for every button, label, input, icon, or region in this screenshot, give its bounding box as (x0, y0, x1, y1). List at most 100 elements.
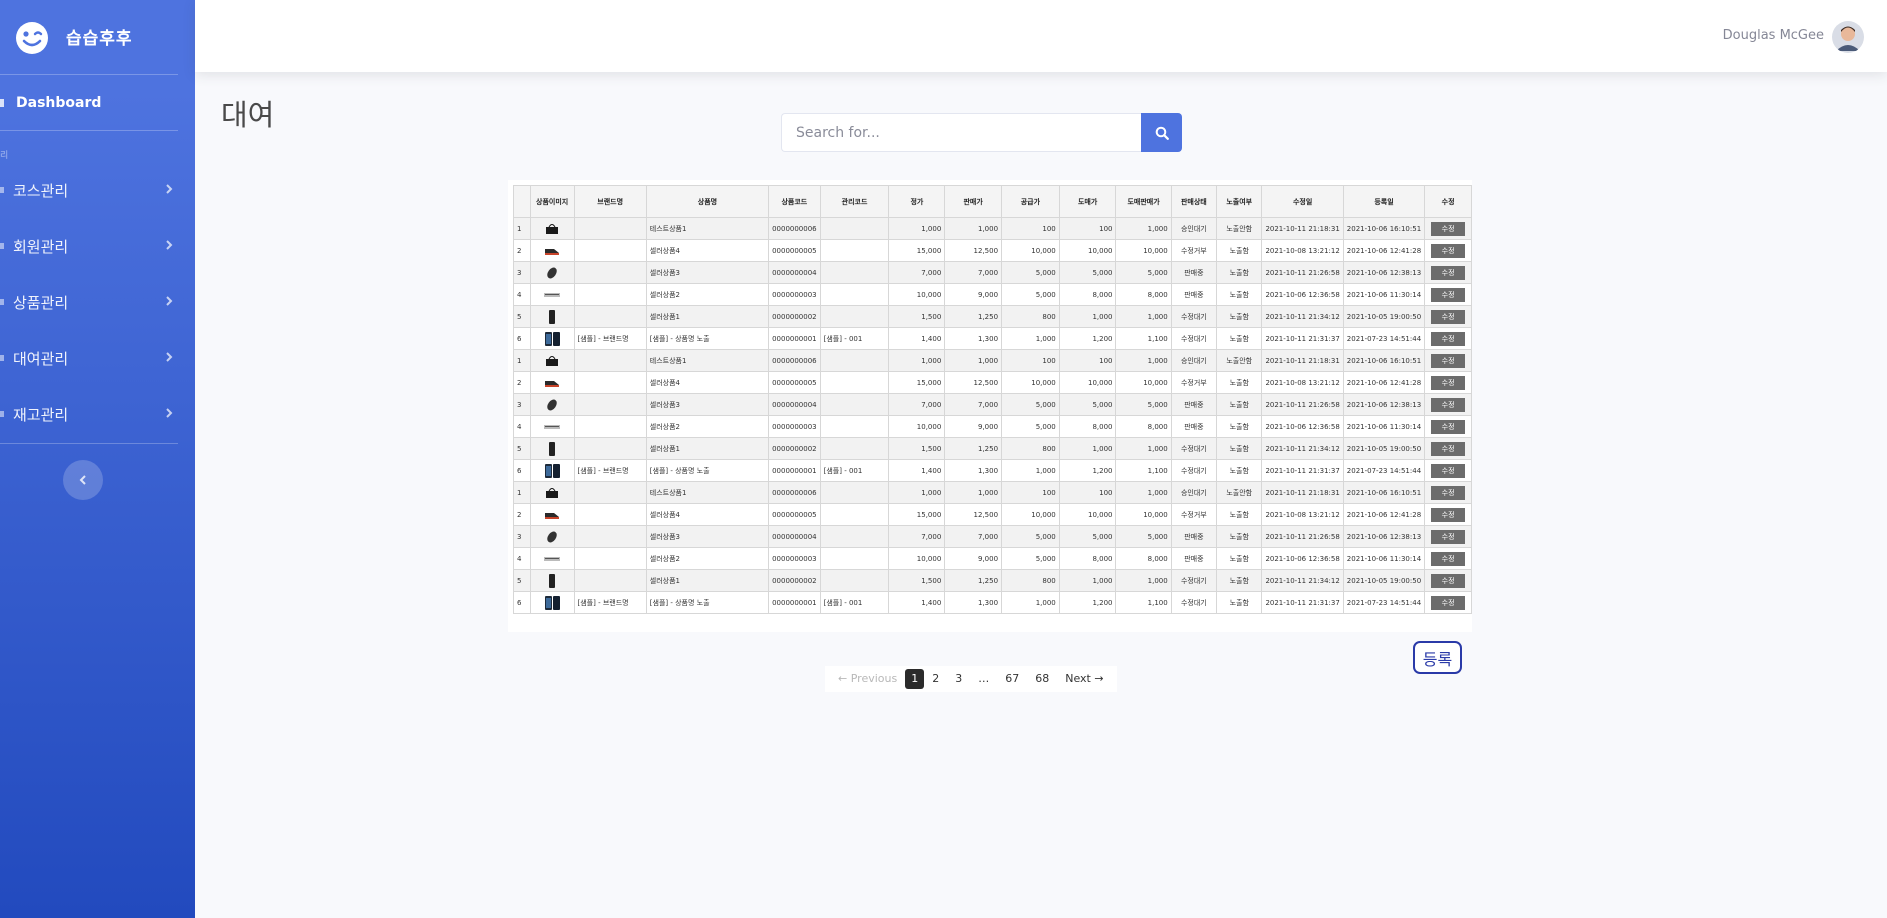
product-image[interactable] (529, 591, 575, 614)
sale-price-cell: 1,000 (944, 349, 1003, 372)
edit-button[interactable]: 수정 (1431, 309, 1466, 324)
product-name-cell: 테스트상품1 (645, 349, 770, 372)
edit-button[interactable]: 수정 (1431, 243, 1466, 258)
sale-status-cell: 수정거부 (1170, 503, 1218, 526)
edit-button[interactable]: 수정 (1431, 551, 1466, 566)
edit-button[interactable]: 수정 (1431, 529, 1466, 544)
table-row: 2 셀러상품4 0000000005 15,000 12,500 10,000 10,000… (513, 503, 1472, 526)
product-image[interactable] (529, 547, 575, 570)
updated-date-cell: 2021-10-06 12:36:58 (1261, 547, 1344, 570)
product-image[interactable] (529, 459, 575, 482)
product-image[interactable] (529, 327, 575, 350)
edit-cell: 수정 (1424, 547, 1472, 570)
wholesale-sale-price-cell: 1,000 (1115, 569, 1172, 592)
edit-button[interactable]: 수정 (1431, 463, 1466, 478)
search-button[interactable] (1141, 113, 1182, 152)
sidebar-divider (0, 130, 178, 131)
supply-price-cell: 5,000 (1001, 547, 1060, 570)
wholesale-price-cell: 10,000 (1058, 239, 1117, 262)
product-name-cell: 셀러상품3 (645, 525, 770, 548)
product-image[interactable] (529, 525, 575, 548)
edit-button[interactable]: 수정 (1431, 441, 1466, 456)
supply-price-cell: 5,000 (1001, 525, 1060, 548)
management-code-cell (819, 503, 890, 526)
sidebar-item-course[interactable]: 코스관리 (0, 176, 178, 204)
pagination-page-67[interactable]: 67 (997, 669, 1027, 689)
product-image[interactable] (529, 217, 575, 240)
edit-button[interactable]: 수정 (1431, 573, 1466, 588)
product-image[interactable] (529, 305, 575, 328)
list-price-cell: 1,400 (888, 327, 946, 350)
pagination-page-2[interactable]: 2 (924, 669, 947, 689)
chevron-right-icon (166, 184, 173, 194)
product-image[interactable] (529, 437, 575, 460)
created-date-cell: 2021-10-06 12:38:13 (1342, 525, 1426, 548)
sidebar-item-inventory[interactable]: 재고관리 (0, 400, 178, 428)
wholesale-price-cell: 100 (1058, 217, 1117, 240)
product-image[interactable] (529, 371, 575, 394)
product-image[interactable] (529, 349, 575, 372)
register-button[interactable]: 등록 (1413, 641, 1462, 674)
user-name[interactable]: Douglas McGee (1723, 28, 1824, 43)
sidebar-item-member[interactable]: 회원관리 (0, 232, 178, 260)
product-image[interactable] (529, 569, 575, 592)
sale-price-cell: 1,000 (944, 481, 1003, 504)
edit-cell: 수정 (1424, 525, 1472, 548)
list-price-cell: 1,000 (888, 217, 946, 240)
edit-button[interactable]: 수정 (1431, 353, 1466, 368)
product-name-cell: 셀러상품4 (645, 371, 770, 394)
product-image[interactable] (529, 239, 575, 262)
product-image[interactable] (529, 415, 575, 438)
edit-button[interactable]: 수정 (1431, 419, 1466, 434)
sale-status-cell: 판매중 (1170, 415, 1218, 438)
pagination-page-1[interactable]: 1 (905, 669, 925, 689)
wholesale-sale-price-cell: 8,000 (1115, 283, 1172, 306)
edit-button[interactable]: 수정 (1431, 595, 1466, 610)
avatar[interactable] (1832, 21, 1864, 53)
edit-button[interactable]: 수정 (1431, 375, 1466, 390)
updated-date-cell: 2021-10-06 12:36:58 (1261, 415, 1344, 438)
management-code-cell (819, 415, 890, 438)
edit-button[interactable]: 수정 (1431, 507, 1466, 522)
updated-date-cell: 2021-10-11 21:31:37 (1261, 459, 1344, 482)
product-image[interactable] (529, 503, 575, 526)
edit-button[interactable]: 수정 (1431, 397, 1466, 412)
pagination-previous[interactable]: ← Previous (830, 669, 905, 689)
edit-button[interactable]: 수정 (1431, 221, 1466, 236)
row-number: 3 (513, 525, 531, 548)
product-image[interactable] (529, 283, 575, 306)
product-code-cell: 0000000006 (768, 481, 821, 504)
table-row: 3 셀러상품3 0000000004 7,000 7,000 5,000 5,000 5,00… (513, 393, 1472, 416)
pagination-ellipsis: … (978, 672, 990, 685)
updated-date-cell: 2021-10-11 21:26:58 (1261, 261, 1344, 284)
sidebar-item-rental[interactable]: 대여관리 (0, 344, 178, 372)
created-date-cell: 2021-10-06 16:10:51 (1342, 217, 1426, 240)
edit-button[interactable]: 수정 (1431, 265, 1466, 280)
search-input[interactable] (781, 113, 1141, 152)
management-code-cell (819, 349, 890, 372)
sidebar-toggle-button[interactable] (63, 460, 103, 500)
edit-cell: 수정 (1424, 261, 1472, 284)
pagination-next[interactable]: Next → (1057, 669, 1111, 689)
exposure-cell: 노출함 (1216, 327, 1263, 350)
pagination-page-3[interactable]: 3 (947, 669, 970, 689)
product-image-keyboard (544, 556, 561, 561)
edit-button[interactable]: 수정 (1431, 287, 1466, 302)
updated-date-cell: 2021-10-11 21:18:31 (1261, 349, 1344, 372)
wholesale-price-cell: 5,000 (1058, 393, 1117, 416)
product-image[interactable] (529, 481, 575, 504)
edit-cell: 수정 (1424, 459, 1472, 482)
wholesale-sale-price-cell: 8,000 (1115, 415, 1172, 438)
product-image[interactable] (529, 261, 575, 284)
pagination-page-68[interactable]: 68 (1027, 669, 1057, 689)
sidebar-item-dashboard[interactable]: Dashboard (0, 92, 101, 114)
edit-button[interactable]: 수정 (1431, 485, 1466, 500)
sidebar-item-label: 상품관리 (13, 293, 69, 312)
product-image[interactable] (529, 393, 575, 416)
edit-button[interactable]: 수정 (1431, 331, 1466, 346)
sidebar-item-product[interactable]: 상품관리 (0, 288, 178, 316)
created-date-cell: 2021-10-05 19:00:50 (1342, 305, 1426, 328)
sale-status-cell: 수정거부 (1170, 371, 1218, 394)
brand[interactable]: 습습후후 (0, 0, 195, 74)
menu-icon (0, 299, 4, 305)
